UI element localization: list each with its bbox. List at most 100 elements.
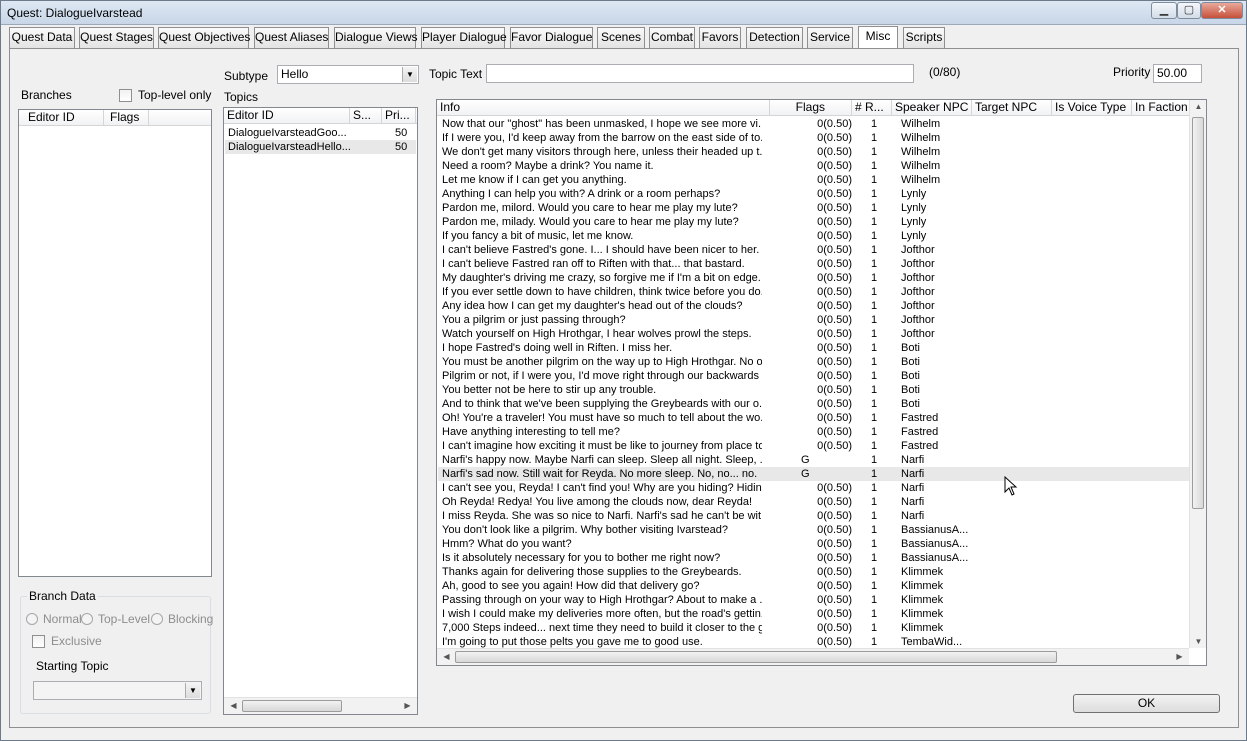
topic-row[interactable]: DialogueIvarsteadHello... 50 — [225, 140, 416, 154]
info-row[interactable]: Need a room? Maybe a drink? You name it.… — [438, 159, 1189, 173]
info-row[interactable]: You a pilgrim or just passing through? 0(… — [438, 313, 1189, 327]
info-text: I hope Fastred's doing well in Riften. I… — [442, 342, 673, 354]
info-col-is-voice-type[interactable]: Is Voice Type — [1052, 100, 1132, 116]
info-col-info[interactable]: Info — [437, 100, 770, 116]
info-row[interactable]: Pilgrim or not, if I were you, I'd move … — [438, 369, 1189, 383]
info-row[interactable]: I'm going to put those pelts you gave me… — [438, 635, 1189, 648]
tab-quest-data[interactable]: Quest Data — [9, 27, 75, 48]
topics-horizontal-scrollbar[interactable]: ◀ ▶ — [224, 697, 417, 714]
blocking-radio[interactable] — [151, 613, 163, 625]
tab-scenes[interactable]: Scenes — [597, 27, 645, 48]
info-row[interactable]: Thanks again for delivering those suppli… — [438, 565, 1189, 579]
topic-row[interactable]: DialogueIvarsteadGoo... 50 — [225, 126, 416, 140]
info-row[interactable]: We don't get many visitors through here,… — [438, 145, 1189, 159]
info-row[interactable]: Is it absolutely necessary for you to bo… — [438, 551, 1189, 565]
info-row[interactable]: Passing through on your way to High Hrot… — [438, 593, 1189, 607]
minimize-icon[interactable]: ▁ — [1151, 2, 1177, 19]
info-row[interactable]: Oh Reyda! Redya! You live among the clou… — [438, 495, 1189, 509]
scroll-left-icon[interactable]: ◀ — [439, 652, 454, 661]
info-horizontal-scrollbar[interactable]: ◀ ▶ — [437, 648, 1189, 665]
info-flags: 0(0.50) — [817, 496, 852, 508]
topics-list[interactable]: Editor ID S... Pri... DialogueIvarsteadG… — [223, 107, 418, 715]
info-responses: 1 — [871, 566, 878, 578]
info-col-target-npc[interactable]: Target NPC — [972, 100, 1052, 116]
tab-favors[interactable]: Favors — [699, 27, 741, 48]
info-row[interactable]: And to think that we've been supplying t… — [438, 397, 1189, 411]
topics-col-editor-id[interactable]: Editor ID — [224, 108, 350, 124]
priority-input[interactable]: 50.00 — [1153, 64, 1202, 83]
info-col-speaker-npc[interactable]: Speaker NPC — [892, 100, 972, 116]
info-row[interactable]: Narfi's sad now. Still wait for Reyda. N… — [438, 467, 1189, 481]
tab-quest-aliases[interactable]: Quest Aliases — [254, 27, 329, 48]
starting-topic-select[interactable]: ▼ — [33, 681, 202, 700]
info-col-in-faction[interactable]: In Faction — [1132, 100, 1192, 116]
branches-col-flags[interactable]: Flags — [107, 110, 149, 126]
info-row[interactable]: Ah, good to see you again! How did that … — [438, 579, 1189, 593]
info-col-flags[interactable]: Flags — [772, 100, 852, 116]
scroll-right-icon[interactable]: ▶ — [400, 701, 415, 710]
close-icon[interactable]: ✕ — [1201, 2, 1243, 19]
topics-scroll-thumb[interactable] — [242, 700, 342, 712]
info-row[interactable]: I miss Reyda. She was so nice to Narfi. … — [438, 509, 1189, 523]
info-vertical-scrollbar[interactable]: ▲ ▼ — [1189, 100, 1206, 648]
info-row[interactable]: 7,000 Steps indeed... next time they nee… — [438, 621, 1189, 635]
info-row[interactable]: Watch yourself on High Hrothgar, I hear … — [438, 327, 1189, 341]
top-level-only-checkbox[interactable] — [119, 89, 132, 102]
info-row[interactable]: You don't look like a pilgrim. Why bothe… — [438, 523, 1189, 537]
info-row[interactable]: Narfi's happy now. Maybe Narfi can sleep… — [438, 453, 1189, 467]
info-scroll-thumb-h[interactable] — [455, 651, 1057, 663]
info-row[interactable]: Have anything interesting to tell me? 0(0… — [438, 425, 1189, 439]
tab-misc[interactable]: Misc — [858, 26, 898, 49]
tab-detection[interactable]: Detection — [746, 27, 803, 48]
info-row[interactable]: I can't imagine how exciting it must be … — [438, 439, 1189, 453]
ok-button[interactable]: OK — [1073, 694, 1220, 713]
tab-quest-objectives[interactable]: Quest Objectives — [158, 27, 250, 48]
tab-favor-dialogue[interactable]: Favor Dialogue — [510, 27, 593, 48]
tab-dialogue-views[interactable]: Dialogue Views — [334, 27, 418, 48]
info-row[interactable]: I can't see you, Reyda! I can't find you… — [438, 481, 1189, 495]
tab-scripts[interactable]: Scripts — [903, 27, 945, 48]
info-scroll-thumb-v[interactable] — [1192, 117, 1204, 509]
exclusive-checkbox[interactable] — [32, 635, 45, 648]
scroll-right-icon[interactable]: ▶ — [1172, 652, 1187, 661]
info-row[interactable]: If you ever settle down to have children… — [438, 285, 1189, 299]
tab-player-dialogue[interactable]: Player Dialogue — [421, 27, 507, 48]
scroll-up-icon[interactable]: ▲ — [1191, 102, 1206, 111]
branches-col-editor-id[interactable]: Editor ID — [25, 110, 104, 126]
info-row[interactable]: My daughter's driving me crazy, so forgi… — [438, 271, 1189, 285]
info-row[interactable]: Anything I can help you with? A drink or… — [438, 187, 1189, 201]
scroll-down-icon[interactable]: ▼ — [1191, 637, 1206, 646]
top-level-radio[interactable] — [81, 613, 93, 625]
info-row[interactable]: You better not be here to stir up any tr… — [438, 383, 1189, 397]
info-row[interactable]: Pardon me, milord. Would you care to hea… — [438, 201, 1189, 215]
info-row[interactable]: I hope Fastred's doing well in Riften. I… — [438, 341, 1189, 355]
info-row[interactable]: Any idea how I can get my daughter's hea… — [438, 299, 1189, 313]
topics-col-s[interactable]: S... — [350, 108, 382, 124]
tab-combat[interactable]: Combat — [649, 27, 695, 48]
subtype-select[interactable]: Hello ▼ — [277, 65, 419, 84]
info-row[interactable]: Now that our "ghost" has been unmasked, … — [438, 117, 1189, 131]
scroll-left-icon[interactable]: ◀ — [226, 701, 241, 710]
info-row[interactable]: You must be another pilgrim on the way u… — [438, 355, 1189, 369]
info-row[interactable]: If I were you, I'd keep away from the ba… — [438, 131, 1189, 145]
info-row[interactable]: Oh! You're a traveler! You must have so … — [438, 411, 1189, 425]
info-col-responses[interactable]: # R... — [852, 100, 892, 116]
info-flags: 0(0.50) — [817, 412, 852, 424]
info-text: You must be another pilgrim on the way u… — [442, 356, 762, 368]
info-row[interactable]: I can't believe Fastred's gone. I... I s… — [438, 243, 1189, 257]
info-row[interactable]: Pardon me, milady. Would you care to hea… — [438, 215, 1189, 229]
info-row[interactable]: Let me know if I can get you anything. 0(… — [438, 173, 1189, 187]
normal-radio[interactable] — [26, 613, 38, 625]
info-row[interactable]: I wish I could make my deliveries more o… — [438, 607, 1189, 621]
info-row[interactable]: If you fancy a bit of music, let me know… — [438, 229, 1189, 243]
topics-col-priority[interactable]: Pri... — [382, 108, 416, 124]
info-responses: 1 — [871, 510, 878, 522]
branches-list[interactable]: Editor ID Flags — [18, 109, 212, 577]
info-list[interactable]: Info Flags # R... Speaker NPC Target NPC… — [436, 99, 1207, 666]
topic-text-input[interactable] — [486, 64, 914, 83]
maximize-icon[interactable]: ▢ — [1177, 2, 1201, 19]
info-row[interactable]: Hmm? What do you want? 0(0.50) 1 BassianusA… — [438, 537, 1189, 551]
tab-service[interactable]: Service — [807, 27, 853, 48]
tab-quest-stages[interactable]: Quest Stages — [79, 27, 154, 48]
info-row[interactable]: I can't believe Fastred ran off to Rifte… — [438, 257, 1189, 271]
